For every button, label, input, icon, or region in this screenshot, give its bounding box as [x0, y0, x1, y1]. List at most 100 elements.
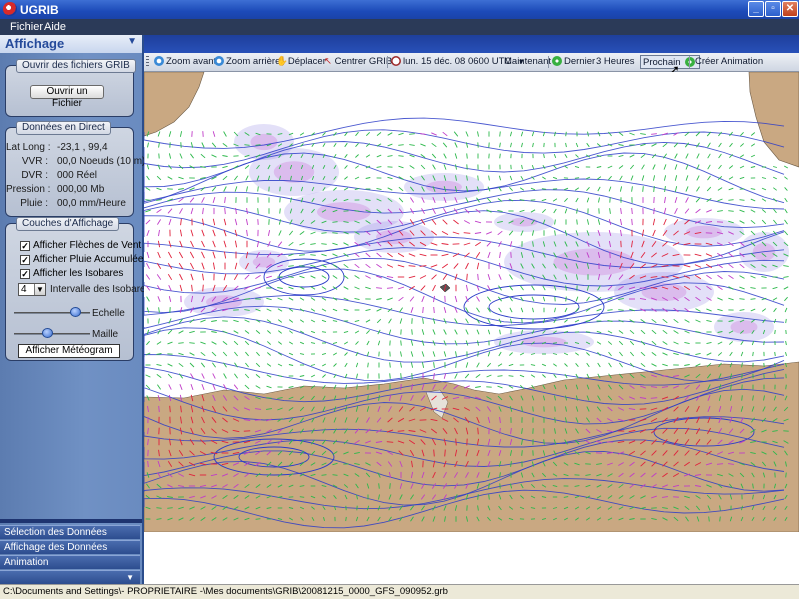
live-data-value: 00,0 Noeuds (10 m) [57, 156, 146, 167]
hand-icon: ✋ [276, 56, 288, 67]
toolbar-separator [387, 56, 388, 68]
live-data-label: VVR : [21, 156, 48, 167]
toolbar-grip[interactable] [146, 56, 149, 68]
now-button[interactable]: Maintenant [504, 55, 551, 69]
clock-icon [391, 56, 401, 66]
wind-arrow [310, 254, 316, 256]
isobar-interval-select[interactable]: 4 ▼ [18, 283, 46, 296]
wind-arrow [574, 177, 580, 179]
wind-arrow [477, 175, 479, 181]
live-data-value: 000 Réel [57, 170, 98, 181]
collapse-icon[interactable]: ▼ [127, 36, 137, 47]
maximize-button[interactable]: ▫ [765, 1, 781, 17]
checkbox-label: Afficher les Isobares [33, 268, 124, 279]
center-grib-button[interactable]: ↖ Centrer GRIB [324, 55, 392, 69]
group-title: Données en Direct [16, 121, 111, 135]
meteogram-button[interactable]: Afficher Météogram [18, 344, 120, 358]
wind-arrows-checkbox[interactable]: ✓ Afficher Flèches de Vent [20, 240, 141, 253]
mesh-slider-thumb[interactable] [42, 328, 54, 338]
wind-arrow [785, 384, 787, 390]
wind-arrow [257, 208, 259, 214]
create-animation-button[interactable]: Créer Animation [695, 55, 763, 69]
layers-group: Couches d'Affichage ✓ Afficher Flèches d… [5, 217, 151, 361]
wind-arrow [541, 188, 547, 190]
sidebar-title: Affichage [5, 36, 65, 51]
menu-file[interactable]: Fichier [10, 21, 43, 33]
wind-arrow [653, 186, 655, 192]
window-title: UGRIB [20, 3, 59, 17]
wind-arrow [477, 273, 479, 281]
checkbox-box[interactable]: ✓ [20, 269, 30, 279]
wind-arrow [408, 265, 416, 267]
wind-arrow [167, 507, 173, 509]
wind-arrow [321, 474, 327, 476]
wind-arrow [739, 298, 745, 300]
wind-arrow [345, 516, 347, 522]
wind-arrow [719, 516, 721, 522]
wind-arrow [741, 395, 743, 401]
zoom-out-button[interactable]: Zoom arrière [214, 55, 280, 69]
tab-animation[interactable]: Animation [0, 555, 140, 569]
wind-arrow [299, 496, 305, 498]
wind-arrow [651, 133, 657, 135]
button-label: Dernier [564, 56, 596, 67]
wind-arrow [244, 144, 250, 146]
wind-arrow [400, 373, 402, 379]
wind-arrow [607, 309, 613, 311]
wind-arrow [455, 362, 457, 368]
wind-arrow [422, 306, 424, 314]
scale-label: Echelle [92, 308, 125, 319]
wind-arrow [488, 494, 490, 500]
chevron-down-icon[interactable]: ▼ [34, 284, 45, 295]
wind-arrow [521, 450, 523, 456]
wind-arrow [650, 397, 658, 399]
live-data-value: 00,0 mm/Heure [57, 198, 126, 209]
wind-arrow [466, 273, 468, 281]
button-label: Zoom avant [166, 56, 217, 67]
wind-arrow [332, 232, 338, 234]
expand-icon[interactable]: ▼ [0, 570, 140, 584]
tab-data-display[interactable]: Affichage des Données [0, 540, 140, 554]
open-file-button[interactable]: Ouvrir un Fichier [30, 85, 104, 109]
wind-arrow [178, 342, 184, 344]
close-button[interactable]: ✕ [782, 1, 798, 17]
minimize-button[interactable]: _ [748, 1, 764, 17]
wind-arrow [763, 340, 765, 346]
wind-arrow [499, 153, 501, 159]
live-data-group: Données en Direct Lat Long : -23,1 , 99,4… [5, 121, 145, 217]
sidebar-header[interactable]: Affichage ▼ [0, 35, 142, 53]
wind-arrow [716, 463, 724, 465]
wind-arrow [774, 329, 776, 335]
last-button[interactable]: Dernier [552, 55, 595, 69]
tab-data-selection[interactable]: Sélection des Données [0, 525, 140, 539]
wind-arrow [433, 306, 435, 314]
wind-arrow [169, 405, 171, 413]
scale-slider-thumb[interactable] [70, 307, 82, 317]
live-data-label: Lat Long : [6, 142, 51, 153]
wind-arrow [332, 474, 338, 476]
wind-arrow [378, 483, 380, 489]
rain-checkbox[interactable]: ✓ Afficher Pluie Accumulée [20, 254, 143, 267]
toolbar: Zoom avant Zoom arrière ✋Déplacer ↖ Cent… [144, 53, 799, 77]
menu-help[interactable]: Aide [44, 21, 66, 33]
checkbox-label: Afficher Flèches de Vent [33, 240, 142, 251]
wind-arrow [398, 144, 404, 146]
wind-arrow [552, 342, 558, 344]
isobars-checkbox[interactable]: ✓ Afficher les Isobares [20, 268, 130, 281]
group-title: Couches d'Affichage [16, 217, 120, 231]
wind-arrow [356, 384, 358, 390]
live-data-label: Pression : [6, 184, 51, 195]
wind-arrow [389, 483, 391, 489]
panel-splitter[interactable] [0, 519, 142, 523]
wind-arrow [254, 419, 262, 421]
checkbox-box[interactable]: ✓ [20, 241, 30, 251]
checkbox-box[interactable]: ✓ [20, 255, 30, 265]
wind-arrow [774, 373, 776, 379]
weather-map[interactable] [144, 72, 799, 532]
title-bar: UGRIB _ ▫ ✕ [0, 0, 799, 19]
move-button[interactable]: ✋Déplacer [276, 55, 326, 69]
wind-arrow [386, 441, 394, 443]
zoom-in-button[interactable]: Zoom avant [154, 55, 216, 69]
wind-arrow [508, 375, 514, 377]
wind-arrow [618, 309, 624, 311]
